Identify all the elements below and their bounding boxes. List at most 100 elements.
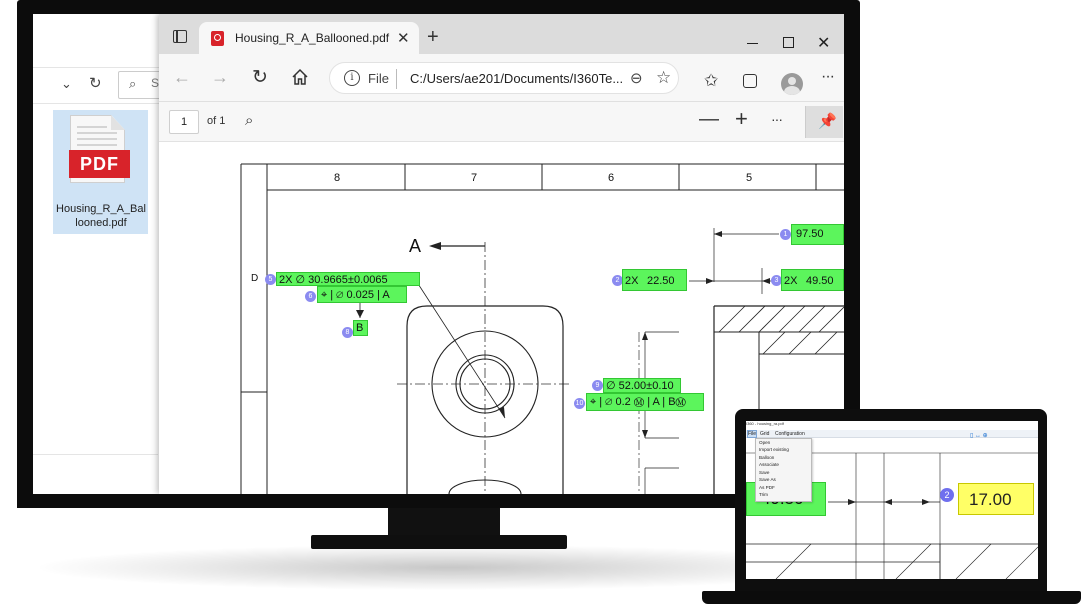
balloon-marker[interactable]: 10	[574, 398, 585, 409]
page-number-input[interactable]: 1	[169, 110, 199, 134]
leader-arrow	[499, 407, 505, 418]
balloon-marker[interactable]: 1	[780, 229, 791, 240]
annotation-text: 2X ∅ 30.9665±0.0065	[279, 274, 388, 286]
info-icon[interactable]: i	[344, 70, 360, 86]
address-url[interactable]: C:/Users/ae201/Documents/I360Te...	[410, 71, 630, 86]
zone-label: 5	[746, 172, 753, 184]
monitor-stand-neck	[388, 508, 500, 538]
close-icon[interactable]: ✕	[397, 29, 410, 47]
add-favorite-icon[interactable]: ☆	[656, 68, 671, 88]
dimension-arrow	[642, 332, 648, 340]
menu-item-save[interactable]: Save	[759, 470, 769, 475]
pin-icon: 📌	[818, 113, 837, 130]
section-arrow-head	[429, 242, 441, 250]
pdf-viewer-toolbar: 1 of 1 ⌕ — + ··· 📌	[159, 102, 844, 142]
new-tab-button[interactable]: +	[427, 27, 439, 47]
browser-toolbar: ← → ↻ i File C:/Users/ae201/Documents/I3…	[159, 54, 844, 102]
menu-file[interactable]: File	[747, 430, 757, 438]
file-icon-line	[77, 144, 117, 146]
divider	[33, 454, 158, 455]
balloon-marker[interactable]: 8	[342, 327, 353, 338]
annotation-text: 2X	[784, 275, 798, 287]
tab-title: Housing_R_A_Ballooned.pdf	[235, 31, 390, 45]
file-name-line-1: Housing_R_A_Bal	[56, 203, 146, 215]
refresh-button[interactable]: ↻	[252, 66, 268, 89]
collections-icon[interactable]	[743, 74, 757, 88]
zoom-in-button[interactable]: +	[735, 106, 748, 132]
maximize-button[interactable]	[783, 37, 794, 48]
file-icon-line	[77, 126, 107, 128]
section-hatching	[718, 305, 844, 355]
laptop-menubar: Grid Configuration	[746, 430, 1038, 438]
avatar-body	[784, 86, 800, 95]
tab-housing-pdf[interactable]: Housing_R_A_Ballooned.pdf ✕	[199, 22, 419, 54]
annotation-text: ⌖ | ∅ 0.025 | A	[321, 289, 390, 301]
file-name-label: Housing_R_A_Bal looned.pdf	[51, 202, 151, 230]
file-dropdown-menu: Open Import existing Balloon Associate S…	[755, 438, 812, 502]
zone-label: 8	[334, 172, 341, 184]
address-bar[interactable]: i File C:/Users/ae201/Documents/I360Te..…	[329, 62, 679, 94]
menu-item-open[interactable]: Open	[759, 440, 770, 445]
laptop-screen: I360 - housing_ra.pdf Grid Configuration…	[746, 421, 1038, 579]
menu-configuration[interactable]: Configuration	[775, 431, 805, 437]
zone-label: 6	[608, 172, 615, 184]
dimension-arrow	[762, 278, 770, 284]
menu-item-save-as[interactable]: Save As	[759, 477, 776, 482]
datum-triangle	[356, 310, 364, 318]
file-icon-line	[77, 132, 117, 134]
pdf-icon-mark	[214, 34, 221, 41]
balloon-marker[interactable]: 6	[305, 291, 316, 302]
laptop-window-title: I360 - housing_ra.pdf	[746, 421, 1038, 430]
annotation-text: 97.50	[796, 228, 824, 240]
menu-item-as-pdf[interactable]: As PDF	[759, 485, 775, 490]
refresh-icon[interactable]: ↻	[89, 74, 102, 92]
balloon-marker[interactable]: 2	[940, 488, 954, 502]
tab-actions-icon-bar	[176, 30, 178, 43]
file-icon-line	[77, 138, 117, 140]
balloon-marker[interactable]: 5	[265, 274, 276, 285]
menu-item-balloon[interactable]: Balloon	[759, 455, 774, 460]
monitor-stand-base	[311, 535, 567, 549]
row-label: D	[251, 273, 259, 284]
annotation-text: ⌖ | ∅ 0.2 Ⓜ | A | BⓂ	[590, 396, 686, 408]
home-icon[interactable]	[291, 68, 309, 86]
menu-item-import-existing[interactable]: Import existing	[759, 447, 789, 452]
avatar-head	[788, 77, 796, 85]
minimize-button[interactable]	[747, 43, 758, 44]
menu-item-associate[interactable]: Associate	[759, 462, 779, 467]
annotation-text: ∅ 52.00±0.10	[606, 380, 674, 392]
pdf-badge: PDF	[69, 150, 130, 178]
menu-grid[interactable]: Grid	[760, 431, 769, 437]
annotation-text: B	[356, 322, 364, 334]
annotation-value: 22.50	[647, 275, 675, 287]
menu-item-trim[interactable]: Trim	[759, 492, 768, 497]
annotation-text: 2X	[625, 275, 639, 287]
page-count: of 1	[207, 115, 226, 127]
back-button[interactable]: ←	[173, 67, 191, 88]
more-menu-icon[interactable]: ···	[821, 68, 835, 86]
favorites-icon[interactable]: ✩	[704, 71, 718, 91]
laptop-highlighted-value: 17.00	[969, 490, 1012, 509]
laptop-highlighted-annotation[interactable]: 17.00	[958, 483, 1034, 515]
address-scheme: File	[368, 71, 389, 86]
file-name-line-2: looned.pdf	[75, 217, 127, 229]
dimension-arrow	[706, 278, 714, 284]
search-icon[interactable]: ⌕	[129, 76, 136, 92]
chevron-down-icon[interactable]: ⌄	[61, 76, 72, 92]
search-icon[interactable]: ⌕	[245, 112, 253, 129]
balloon-marker[interactable]: 9	[592, 380, 603, 391]
zoom-icon[interactable]: ⊖	[630, 69, 643, 87]
tab-strip: Housing_R_A_Ballooned.pdf ✕ + ✕	[159, 14, 844, 54]
window-close-button[interactable]: ✕	[817, 33, 830, 53]
pin-toolbar-button[interactable]: 📌	[805, 106, 843, 138]
address-separator	[396, 69, 397, 89]
menu-file-label: File	[748, 431, 757, 437]
zone-label: 7	[471, 172, 478, 184]
zoom-out-button[interactable]: —	[699, 108, 719, 131]
more-tools-icon[interactable]: ···	[771, 111, 783, 127]
profile-avatar[interactable]	[781, 73, 803, 95]
monitor-screen: ⌄ ↻ ⌕ S PDF Housing_R_A_Bal looned.pdf H…	[33, 14, 844, 494]
dimension-arrow	[714, 231, 722, 237]
forward-button[interactable]: →	[211, 67, 229, 88]
explorer-search-placeholder: S	[151, 76, 160, 90]
